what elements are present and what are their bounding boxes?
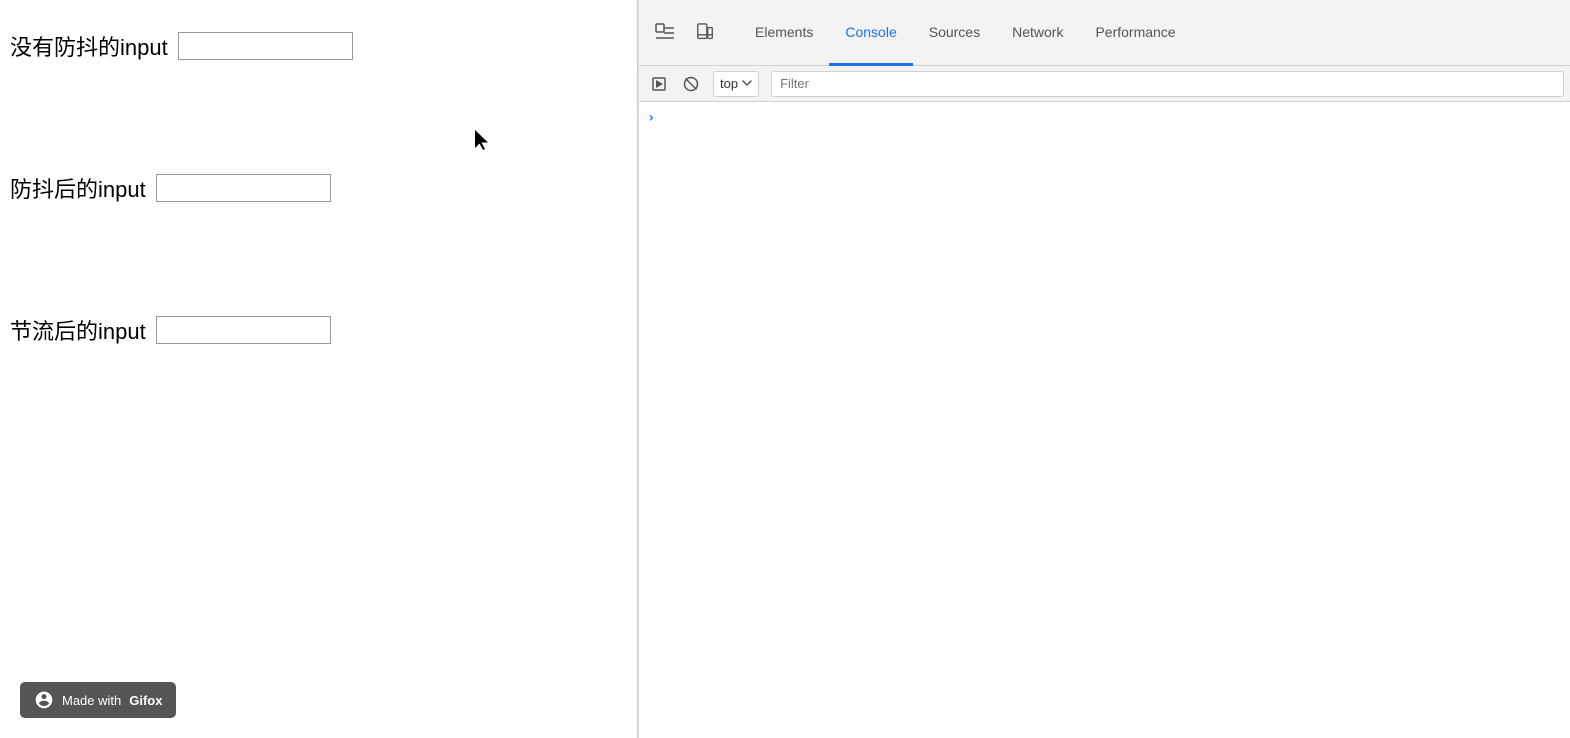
no-debounce-input[interactable] <box>178 32 353 60</box>
console-content: › <box>639 102 1570 738</box>
debounced-row: 防抖后的input <box>10 172 627 204</box>
debounced-label: 防抖后的input <box>10 172 146 204</box>
webpage-content: 没有防抖的input 防抖后的input 节流后的input Made with… <box>0 0 638 738</box>
tab-console[interactable]: Console <box>829 0 912 66</box>
no-debounce-label: 没有防抖的input <box>10 30 168 62</box>
devtools-tabs: Elements Console Sources Network Perform… <box>739 0 1192 65</box>
throttled-row: 节流后的input <box>10 314 627 346</box>
run-script-button[interactable] <box>645 70 673 98</box>
context-value: top <box>720 76 738 91</box>
inspect-element-button[interactable] <box>647 15 683 51</box>
context-selector[interactable]: top <box>713 71 759 97</box>
console-prompt-line: › <box>647 106 1562 130</box>
gifox-text: Made with <box>62 693 121 708</box>
debounced-input[interactable] <box>156 174 331 202</box>
throttled-input[interactable] <box>156 316 331 344</box>
tab-elements[interactable]: Elements <box>739 0 829 66</box>
throttled-label: 节流后的input <box>10 314 146 346</box>
gifox-logo-icon <box>34 690 54 710</box>
tab-performance[interactable]: Performance <box>1079 0 1191 66</box>
console-filter-input[interactable] <box>771 71 1564 97</box>
tab-sources[interactable]: Sources <box>913 0 996 66</box>
tab-network[interactable]: Network <box>996 0 1079 66</box>
device-toolbar-button[interactable] <box>687 15 723 51</box>
devtools-panel: Elements Console Sources Network Perform… <box>638 0 1570 738</box>
devtools-toolbar: Elements Console Sources Network Perform… <box>639 0 1570 66</box>
no-debounce-row: 没有防抖的input <box>10 30 627 62</box>
console-chevron-icon[interactable]: › <box>647 110 655 126</box>
cursor-indicator <box>475 130 491 150</box>
gifox-brand: Gifox <box>129 693 162 708</box>
clear-console-button[interactable] <box>677 70 705 98</box>
console-secondary-toolbar: top <box>639 66 1570 102</box>
gifox-badge: Made with Gifox <box>20 682 176 718</box>
